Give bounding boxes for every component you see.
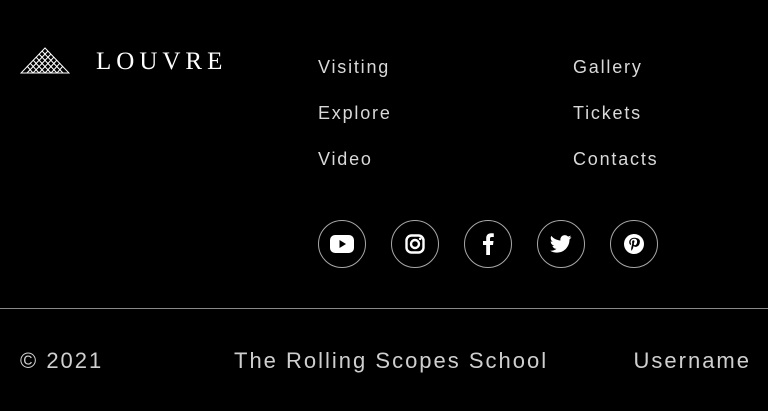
twitter-button[interactable] — [537, 220, 585, 268]
footer-nav-right: Gallery Tickets Contacts — [573, 56, 658, 194]
nav-link-contacts[interactable]: Contacts — [573, 148, 658, 194]
footer-divider — [0, 308, 768, 309]
nav-link-video[interactable]: Video — [318, 148, 392, 194]
facebook-button[interactable] — [464, 220, 512, 268]
copyright-text: © 2021 — [20, 348, 104, 373]
nav-link-tickets[interactable]: Tickets — [573, 102, 658, 148]
instagram-icon — [405, 234, 425, 254]
youtube-icon — [330, 235, 354, 253]
instagram-button[interactable] — [391, 220, 439, 268]
username-link[interactable]: Username — [634, 348, 751, 374]
social-links — [318, 220, 658, 268]
youtube-button[interactable] — [318, 220, 366, 268]
twitter-icon — [550, 235, 572, 253]
logo-text: LOUVRE — [96, 47, 228, 75]
pinterest-icon — [624, 234, 644, 254]
pinterest-button[interactable] — [610, 220, 658, 268]
footer-nav-left: Visiting Explore Video — [318, 56, 392, 194]
louvre-pyramid-icon — [20, 47, 70, 74]
facebook-icon — [483, 233, 494, 255]
nav-link-explore[interactable]: Explore — [318, 102, 392, 148]
nav-link-visiting[interactable]: Visiting — [318, 56, 392, 102]
louvre-logo[interactable]: LOUVRE — [20, 47, 227, 75]
school-link[interactable]: The Rolling Scopes School — [234, 348, 548, 374]
nav-link-gallery[interactable]: Gallery — [573, 56, 658, 102]
